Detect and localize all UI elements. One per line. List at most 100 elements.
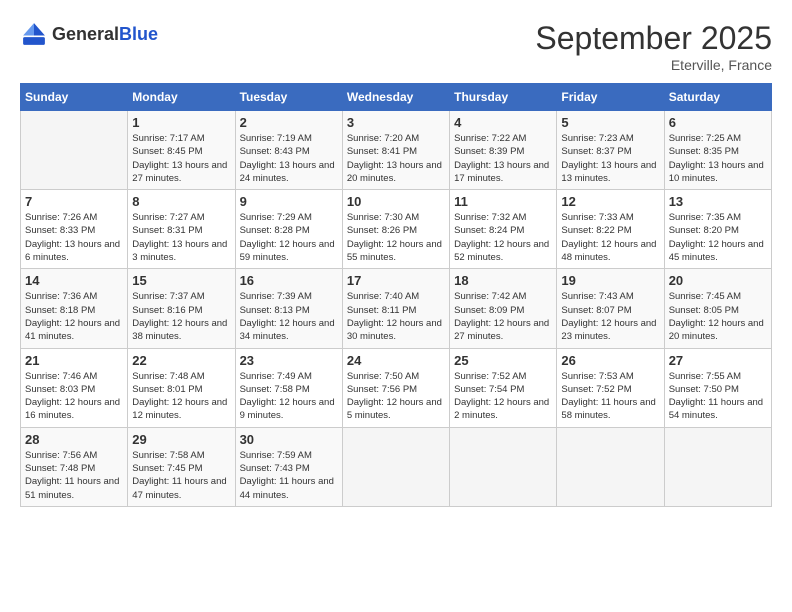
day-number: 11 [454,194,552,209]
calendar-cell: 25 Sunrise: 7:52 AM Sunset: 7:54 PM Dayl… [450,348,557,427]
day-number: 28 [25,432,123,447]
day-info: Sunrise: 7:52 AM Sunset: 7:54 PM Dayligh… [454,370,552,423]
day-info: Sunrise: 7:46 AM Sunset: 8:03 PM Dayligh… [25,370,123,423]
day-info: Sunrise: 7:25 AM Sunset: 8:35 PM Dayligh… [669,132,767,185]
calendar-cell: 26 Sunrise: 7:53 AM Sunset: 7:52 PM Dayl… [557,348,664,427]
day-info: Sunrise: 7:22 AM Sunset: 8:39 PM Dayligh… [454,132,552,185]
calendar-cell: 20 Sunrise: 7:45 AM Sunset: 8:05 PM Dayl… [664,269,771,348]
day-number: 12 [561,194,659,209]
day-number: 3 [347,115,445,130]
day-info: Sunrise: 7:32 AM Sunset: 8:24 PM Dayligh… [454,211,552,264]
title-block: September 2025 Eterville, France [535,20,772,73]
weekday-header-tuesday: Tuesday [235,84,342,111]
day-number: 8 [132,194,230,209]
day-number: 13 [669,194,767,209]
day-number: 6 [669,115,767,130]
calendar-week-4: 21 Sunrise: 7:46 AM Sunset: 8:03 PM Dayl… [21,348,772,427]
day-info: Sunrise: 7:26 AM Sunset: 8:33 PM Dayligh… [25,211,123,264]
calendar-cell: 28 Sunrise: 7:56 AM Sunset: 7:48 PM Dayl… [21,427,128,506]
day-number: 25 [454,353,552,368]
day-number: 26 [561,353,659,368]
calendar-week-3: 14 Sunrise: 7:36 AM Sunset: 8:18 PM Dayl… [21,269,772,348]
day-number: 20 [669,273,767,288]
day-info: Sunrise: 7:29 AM Sunset: 8:28 PM Dayligh… [240,211,338,264]
day-info: Sunrise: 7:30 AM Sunset: 8:26 PM Dayligh… [347,211,445,264]
day-info: Sunrise: 7:45 AM Sunset: 8:05 PM Dayligh… [669,290,767,343]
logo-general-text: General [52,24,119,44]
calendar-cell: 15 Sunrise: 7:37 AM Sunset: 8:16 PM Dayl… [128,269,235,348]
day-info: Sunrise: 7:58 AM Sunset: 7:45 PM Dayligh… [132,449,230,502]
day-info: Sunrise: 7:39 AM Sunset: 8:13 PM Dayligh… [240,290,338,343]
calendar-cell: 9 Sunrise: 7:29 AM Sunset: 8:28 PM Dayli… [235,190,342,269]
day-info: Sunrise: 7:55 AM Sunset: 7:50 PM Dayligh… [669,370,767,423]
day-number: 9 [240,194,338,209]
day-number: 16 [240,273,338,288]
day-number: 21 [25,353,123,368]
day-number: 29 [132,432,230,447]
calendar-cell [450,427,557,506]
day-number: 15 [132,273,230,288]
logo-icon [20,20,48,48]
day-number: 19 [561,273,659,288]
calendar-cell: 23 Sunrise: 7:49 AM Sunset: 7:58 PM Dayl… [235,348,342,427]
day-info: Sunrise: 7:20 AM Sunset: 8:41 PM Dayligh… [347,132,445,185]
calendar-cell: 1 Sunrise: 7:17 AM Sunset: 8:45 PM Dayli… [128,111,235,190]
calendar-cell: 27 Sunrise: 7:55 AM Sunset: 7:50 PM Dayl… [664,348,771,427]
calendar-week-1: 1 Sunrise: 7:17 AM Sunset: 8:45 PM Dayli… [21,111,772,190]
weekday-header-saturday: Saturday [664,84,771,111]
weekday-header-monday: Monday [128,84,235,111]
calendar-cell: 29 Sunrise: 7:58 AM Sunset: 7:45 PM Dayl… [128,427,235,506]
calendar-cell: 16 Sunrise: 7:39 AM Sunset: 8:13 PM Dayl… [235,269,342,348]
day-info: Sunrise: 7:43 AM Sunset: 8:07 PM Dayligh… [561,290,659,343]
day-info: Sunrise: 7:35 AM Sunset: 8:20 PM Dayligh… [669,211,767,264]
weekday-header-thursday: Thursday [450,84,557,111]
day-info: Sunrise: 7:42 AM Sunset: 8:09 PM Dayligh… [454,290,552,343]
calendar-table: SundayMondayTuesdayWednesdayThursdayFrid… [20,83,772,507]
day-number: 5 [561,115,659,130]
day-number: 14 [25,273,123,288]
calendar-cell: 22 Sunrise: 7:48 AM Sunset: 8:01 PM Dayl… [128,348,235,427]
day-number: 23 [240,353,338,368]
logo: GeneralBlue [20,20,158,48]
day-info: Sunrise: 7:59 AM Sunset: 7:43 PM Dayligh… [240,449,338,502]
calendar-cell [664,427,771,506]
day-number: 22 [132,353,230,368]
day-number: 30 [240,432,338,447]
calendar-cell: 2 Sunrise: 7:19 AM Sunset: 8:43 PM Dayli… [235,111,342,190]
day-info: Sunrise: 7:23 AM Sunset: 8:37 PM Dayligh… [561,132,659,185]
calendar-cell: 14 Sunrise: 7:36 AM Sunset: 8:18 PM Dayl… [21,269,128,348]
calendar-cell [21,111,128,190]
calendar-cell: 12 Sunrise: 7:33 AM Sunset: 8:22 PM Dayl… [557,190,664,269]
day-number: 7 [25,194,123,209]
calendar-cell: 17 Sunrise: 7:40 AM Sunset: 8:11 PM Dayl… [342,269,449,348]
weekday-header-friday: Friday [557,84,664,111]
day-info: Sunrise: 7:56 AM Sunset: 7:48 PM Dayligh… [25,449,123,502]
weekday-header-wednesday: Wednesday [342,84,449,111]
day-info: Sunrise: 7:17 AM Sunset: 8:45 PM Dayligh… [132,132,230,185]
calendar-cell: 11 Sunrise: 7:32 AM Sunset: 8:24 PM Dayl… [450,190,557,269]
day-number: 24 [347,353,445,368]
day-number: 4 [454,115,552,130]
calendar-cell: 3 Sunrise: 7:20 AM Sunset: 8:41 PM Dayli… [342,111,449,190]
day-number: 10 [347,194,445,209]
calendar-cell: 4 Sunrise: 7:22 AM Sunset: 8:39 PM Dayli… [450,111,557,190]
calendar-cell: 7 Sunrise: 7:26 AM Sunset: 8:33 PM Dayli… [21,190,128,269]
day-info: Sunrise: 7:49 AM Sunset: 7:58 PM Dayligh… [240,370,338,423]
day-info: Sunrise: 7:27 AM Sunset: 8:31 PM Dayligh… [132,211,230,264]
calendar-cell: 5 Sunrise: 7:23 AM Sunset: 8:37 PM Dayli… [557,111,664,190]
day-info: Sunrise: 7:48 AM Sunset: 8:01 PM Dayligh… [132,370,230,423]
page-header: GeneralBlue September 2025 Eterville, Fr… [20,20,772,73]
location: Eterville, France [535,57,772,73]
day-info: Sunrise: 7:37 AM Sunset: 8:16 PM Dayligh… [132,290,230,343]
day-number: 2 [240,115,338,130]
month-title: September 2025 [535,20,772,57]
logo-blue-text: Blue [119,24,158,44]
day-number: 27 [669,353,767,368]
calendar-cell: 6 Sunrise: 7:25 AM Sunset: 8:35 PM Dayli… [664,111,771,190]
day-number: 1 [132,115,230,130]
calendar-week-5: 28 Sunrise: 7:56 AM Sunset: 7:48 PM Dayl… [21,427,772,506]
weekday-header-row: SundayMondayTuesdayWednesdayThursdayFrid… [21,84,772,111]
day-info: Sunrise: 7:53 AM Sunset: 7:52 PM Dayligh… [561,370,659,423]
calendar-cell: 24 Sunrise: 7:50 AM Sunset: 7:56 PM Dayl… [342,348,449,427]
weekday-header-sunday: Sunday [21,84,128,111]
